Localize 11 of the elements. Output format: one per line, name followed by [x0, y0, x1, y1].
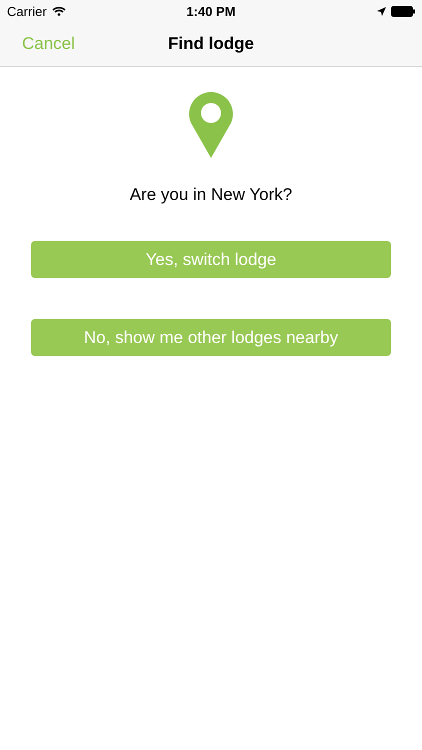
action-button[interactable]: Yes, switch lodge [31, 241, 391, 278]
cancel-button[interactable]: Cancel [0, 34, 75, 54]
status-time: 1:40 PM [186, 4, 236, 18]
map-pin-icon [189, 92, 233, 158]
carrier-label: Carrier [7, 4, 47, 18]
action-button[interactable]: No, show me other lodges nearby [31, 319, 391, 356]
location-arrow-icon [376, 6, 386, 16]
location-question: Are you in New York? [130, 185, 292, 205]
nav-title: Find lodge [168, 34, 254, 54]
wifi-icon [52, 6, 66, 16]
battery-icon [390, 6, 415, 16]
